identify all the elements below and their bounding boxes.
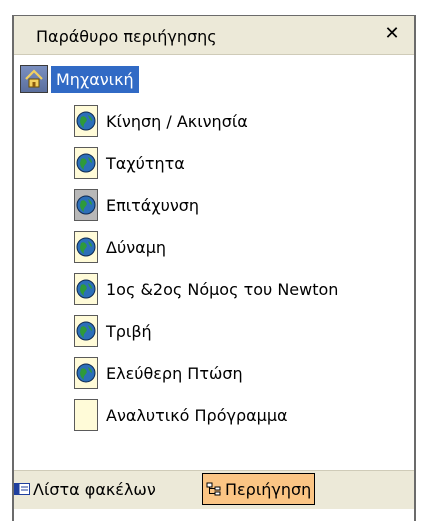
page-globe-icon	[74, 105, 98, 137]
tree-item-syllabus[interactable]: Αναλυτικό Πρόγραμμα	[74, 397, 288, 433]
page-globe-icon	[74, 273, 98, 305]
globe-icon	[76, 363, 96, 383]
tree-item-label: Ελεύθερη Πτώση	[106, 363, 243, 383]
tree-item-friction[interactable]: Τριβή	[74, 313, 152, 349]
pane-bottom-edge	[14, 509, 414, 522]
tree-item-force[interactable]: Δύναμη	[74, 229, 166, 265]
home-icon	[20, 65, 48, 93]
tree-item-label: Επιτάχυνση	[106, 195, 200, 215]
globe-icon	[76, 111, 96, 131]
blank-page-icon	[74, 399, 98, 431]
pane-tab-bar: Λίστα φακέλων Περιήγηση	[14, 470, 414, 509]
page-globe-icon	[74, 231, 98, 263]
tree-item-motion[interactable]: Κίνηση / Ακινησία	[74, 103, 248, 139]
tree-root-label: Μηχανική	[51, 65, 139, 93]
tab-navigation-label: Περιήγηση	[225, 479, 312, 499]
tree-item-label: Κίνηση / Ακινησία	[106, 111, 248, 131]
tree-item-label: Δύναμη	[106, 237, 167, 257]
tree-item-label: 1ος &2ος Νόμος του Newton	[106, 279, 339, 299]
tree-item-free-fall[interactable]: Ελεύθερη Πτώση	[74, 355, 243, 391]
tree-item-velocity[interactable]: Ταχύτητα	[74, 145, 185, 181]
tree-item-newton-laws[interactable]: 1ος &2ος Νόμος του Newton	[74, 271, 338, 307]
tree-item-label: Αναλυτικό Πρόγραμμα	[106, 405, 288, 425]
folder-list-icon	[14, 483, 30, 495]
navigation-tree: Μηχανική Κίνηση / Ακινησία Ταχύτητα Επιτ…	[14, 55, 414, 469]
page-globe-icon	[74, 315, 98, 347]
globe-icon	[76, 237, 96, 257]
page-globe-icon	[74, 147, 98, 179]
globe-icon	[76, 321, 96, 341]
close-button[interactable]: ✕	[380, 22, 404, 46]
globe-icon	[76, 153, 96, 173]
tab-folder-list-label: Λίστα φακέλων	[33, 479, 156, 499]
page-globe-icon	[74, 189, 98, 221]
tab-folder-list[interactable]: Λίστα φακέλων	[14, 473, 162, 505]
pane-title: Παράθυρο περιήγησης	[36, 27, 217, 46]
globe-icon	[76, 195, 96, 215]
tree-root-mechanics[interactable]: Μηχανική	[20, 64, 139, 94]
navigation-pane: Παράθυρο περιήγησης ✕ Μηχανική Κίνηση / …	[12, 15, 416, 522]
tree-item-label: Ταχύτητα	[106, 153, 185, 173]
tree-item-label: Τριβή	[106, 321, 152, 341]
page-globe-icon	[74, 357, 98, 389]
pane-titlebar: Παράθυρο περιήγησης ✕	[14, 16, 414, 55]
globe-icon	[76, 279, 96, 299]
navigation-tree-icon	[206, 482, 221, 496]
tab-navigation[interactable]: Περιήγηση	[202, 473, 316, 505]
tree-item-acceleration[interactable]: Επιτάχυνση	[74, 187, 199, 223]
